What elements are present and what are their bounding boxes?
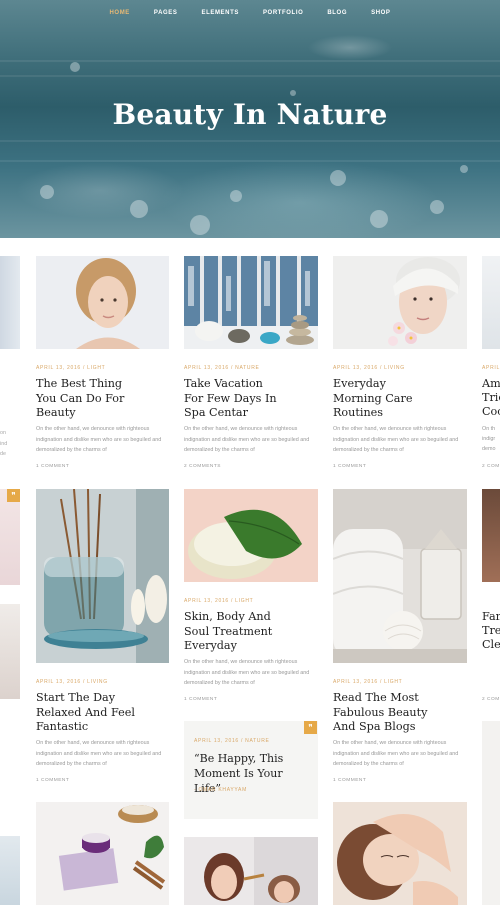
partial-post-image[interactable]	[0, 836, 20, 905]
post-image-reed-diffuser[interactable]	[36, 489, 169, 663]
post-meta[interactable]: APRIL 13, 2016 / LIGHT	[333, 679, 402, 685]
partial-excerpt: demo	[482, 446, 496, 452]
partial-excerpt: indigr	[482, 436, 496, 442]
partial-post-image[interactable]	[0, 489, 20, 585]
partial-excerpt: On th	[482, 426, 496, 432]
quote-badge-icon: ❞	[7, 489, 20, 502]
bokeh-light	[460, 165, 468, 173]
post-excerpt: On the other hand, we denounce with righ…	[184, 426, 310, 453]
post-excerpt: On the other hand, we denounce with righ…	[333, 426, 459, 453]
partial-title[interactable]: Am	[482, 377, 500, 392]
post-image-cream-leaf[interactable]	[184, 489, 318, 582]
post-title[interactable]: Read The Most Fabulous Beauty And Spa Bl…	[333, 691, 433, 735]
hero-banner: HOME PAGES ELEMENTS PORTFOLIO BLOG SHOP …	[0, 0, 500, 238]
partial-comments[interactable]: 2 COM	[482, 464, 500, 469]
partial-title[interactable]: Clea	[482, 638, 500, 653]
nav-portfolio[interactable]: PORTFOLIO	[263, 10, 303, 16]
post-title[interactable]: Skin, Body And Soul Treatment Everyday	[184, 610, 279, 654]
bokeh-light	[430, 200, 444, 214]
post-title[interactable]: The Best Thing You Can Do For Beauty	[36, 377, 131, 421]
partial-title[interactable]: Coo	[482, 405, 500, 420]
partial-post-image[interactable]	[0, 256, 20, 349]
bokeh-light	[290, 90, 296, 96]
partial-post-image[interactable]	[0, 604, 20, 699]
post-title[interactable]: Take Vacation For Few Days In Spa Centar	[184, 377, 279, 421]
nav-elements[interactable]: ELEMENTS	[201, 10, 238, 16]
post-meta[interactable]: APRIL 13, 2016 / LIVING	[333, 365, 405, 371]
partial-meta[interactable]: APRIL	[482, 365, 500, 371]
bokeh-light	[190, 215, 210, 235]
post-comments[interactable]: 1 COMMENT	[333, 778, 366, 783]
post-image-woman-orchid[interactable]	[333, 256, 467, 349]
partial-title[interactable]: Tre	[482, 624, 500, 639]
bokeh-light	[40, 185, 54, 199]
partial-comments[interactable]: 2 COM	[482, 697, 500, 702]
post-excerpt: On the other hand, we denounce with righ…	[36, 426, 162, 453]
partial-excerpt: on ind de	[0, 430, 8, 457]
post-title[interactable]: Start The Day Relaxed And Feel Fantastic	[36, 691, 136, 735]
water-ripple	[0, 140, 500, 142]
post-image-candle[interactable]	[36, 802, 169, 905]
quote-author: - OMAR KHAYYAM	[194, 787, 247, 793]
partial-title[interactable]: Fam	[482, 610, 500, 625]
post-comments[interactable]: 1 COMMENT	[36, 464, 69, 469]
post-comments[interactable]: 1 COMMENT	[184, 697, 217, 702]
bokeh-light	[370, 210, 388, 228]
partial-post-image[interactable]	[482, 489, 500, 582]
partial-post-image[interactable]	[482, 256, 500, 349]
water-ripple	[0, 160, 500, 162]
quote-card[interactable]: APRIL 13, 2016 / NATURE ❞ “Be Happy, Thi…	[184, 721, 318, 819]
post-comments[interactable]: 2 COMMENTS	[184, 464, 221, 469]
post-image-freckled-woman[interactable]	[36, 256, 169, 349]
nav-blog[interactable]: BLOG	[327, 10, 347, 16]
post-image-face-massage[interactable]	[333, 802, 467, 905]
post-comments[interactable]: 1 COMMENT	[333, 464, 366, 469]
nav-pages[interactable]: PAGES	[154, 10, 178, 16]
post-title[interactable]: Everyday Morning Care Routines	[333, 377, 428, 421]
hero-title: Beauty In Nature	[112, 98, 388, 131]
quote-badge-icon: ❞	[304, 721, 317, 734]
post-meta[interactable]: APRIL 13, 2016 / LIGHT	[184, 598, 253, 604]
post-excerpt: On the other hand, we denounce with righ…	[36, 740, 162, 767]
post-comments[interactable]: 1 COMMENT	[36, 778, 69, 783]
bokeh-light	[230, 190, 242, 202]
partial-title[interactable]: Tric	[482, 391, 500, 406]
bokeh-light	[330, 170, 346, 186]
post-image-spa-stones[interactable]	[184, 256, 318, 349]
post-meta[interactable]: APRIL 13, 2016 / LIGHT	[36, 365, 105, 371]
main-nav: HOME PAGES ELEMENTS PORTFOLIO BLOG SHOP	[0, 10, 500, 16]
bokeh-light	[130, 200, 148, 218]
partial-post-image[interactable]	[482, 721, 500, 905]
nav-home[interactable]: HOME	[110, 10, 130, 16]
post-meta[interactable]: APRIL 13, 2016 / LIVING	[36, 679, 108, 685]
post-excerpt: On the other hand, we denounce with righ…	[333, 740, 459, 767]
water-ripple	[0, 75, 500, 77]
nav-shop[interactable]: SHOP	[371, 10, 390, 16]
quote-meta[interactable]: APRIL 13, 2016 / NATURE	[194, 738, 270, 744]
post-image-towels-lantern[interactable]	[333, 489, 467, 663]
post-meta[interactable]: APRIL 13, 2016 / NATURE	[184, 365, 260, 371]
post-image-makeup-artist[interactable]	[184, 837, 318, 905]
bokeh-light	[70, 62, 80, 72]
post-excerpt: On the other hand, we denounce with righ…	[184, 659, 310, 686]
